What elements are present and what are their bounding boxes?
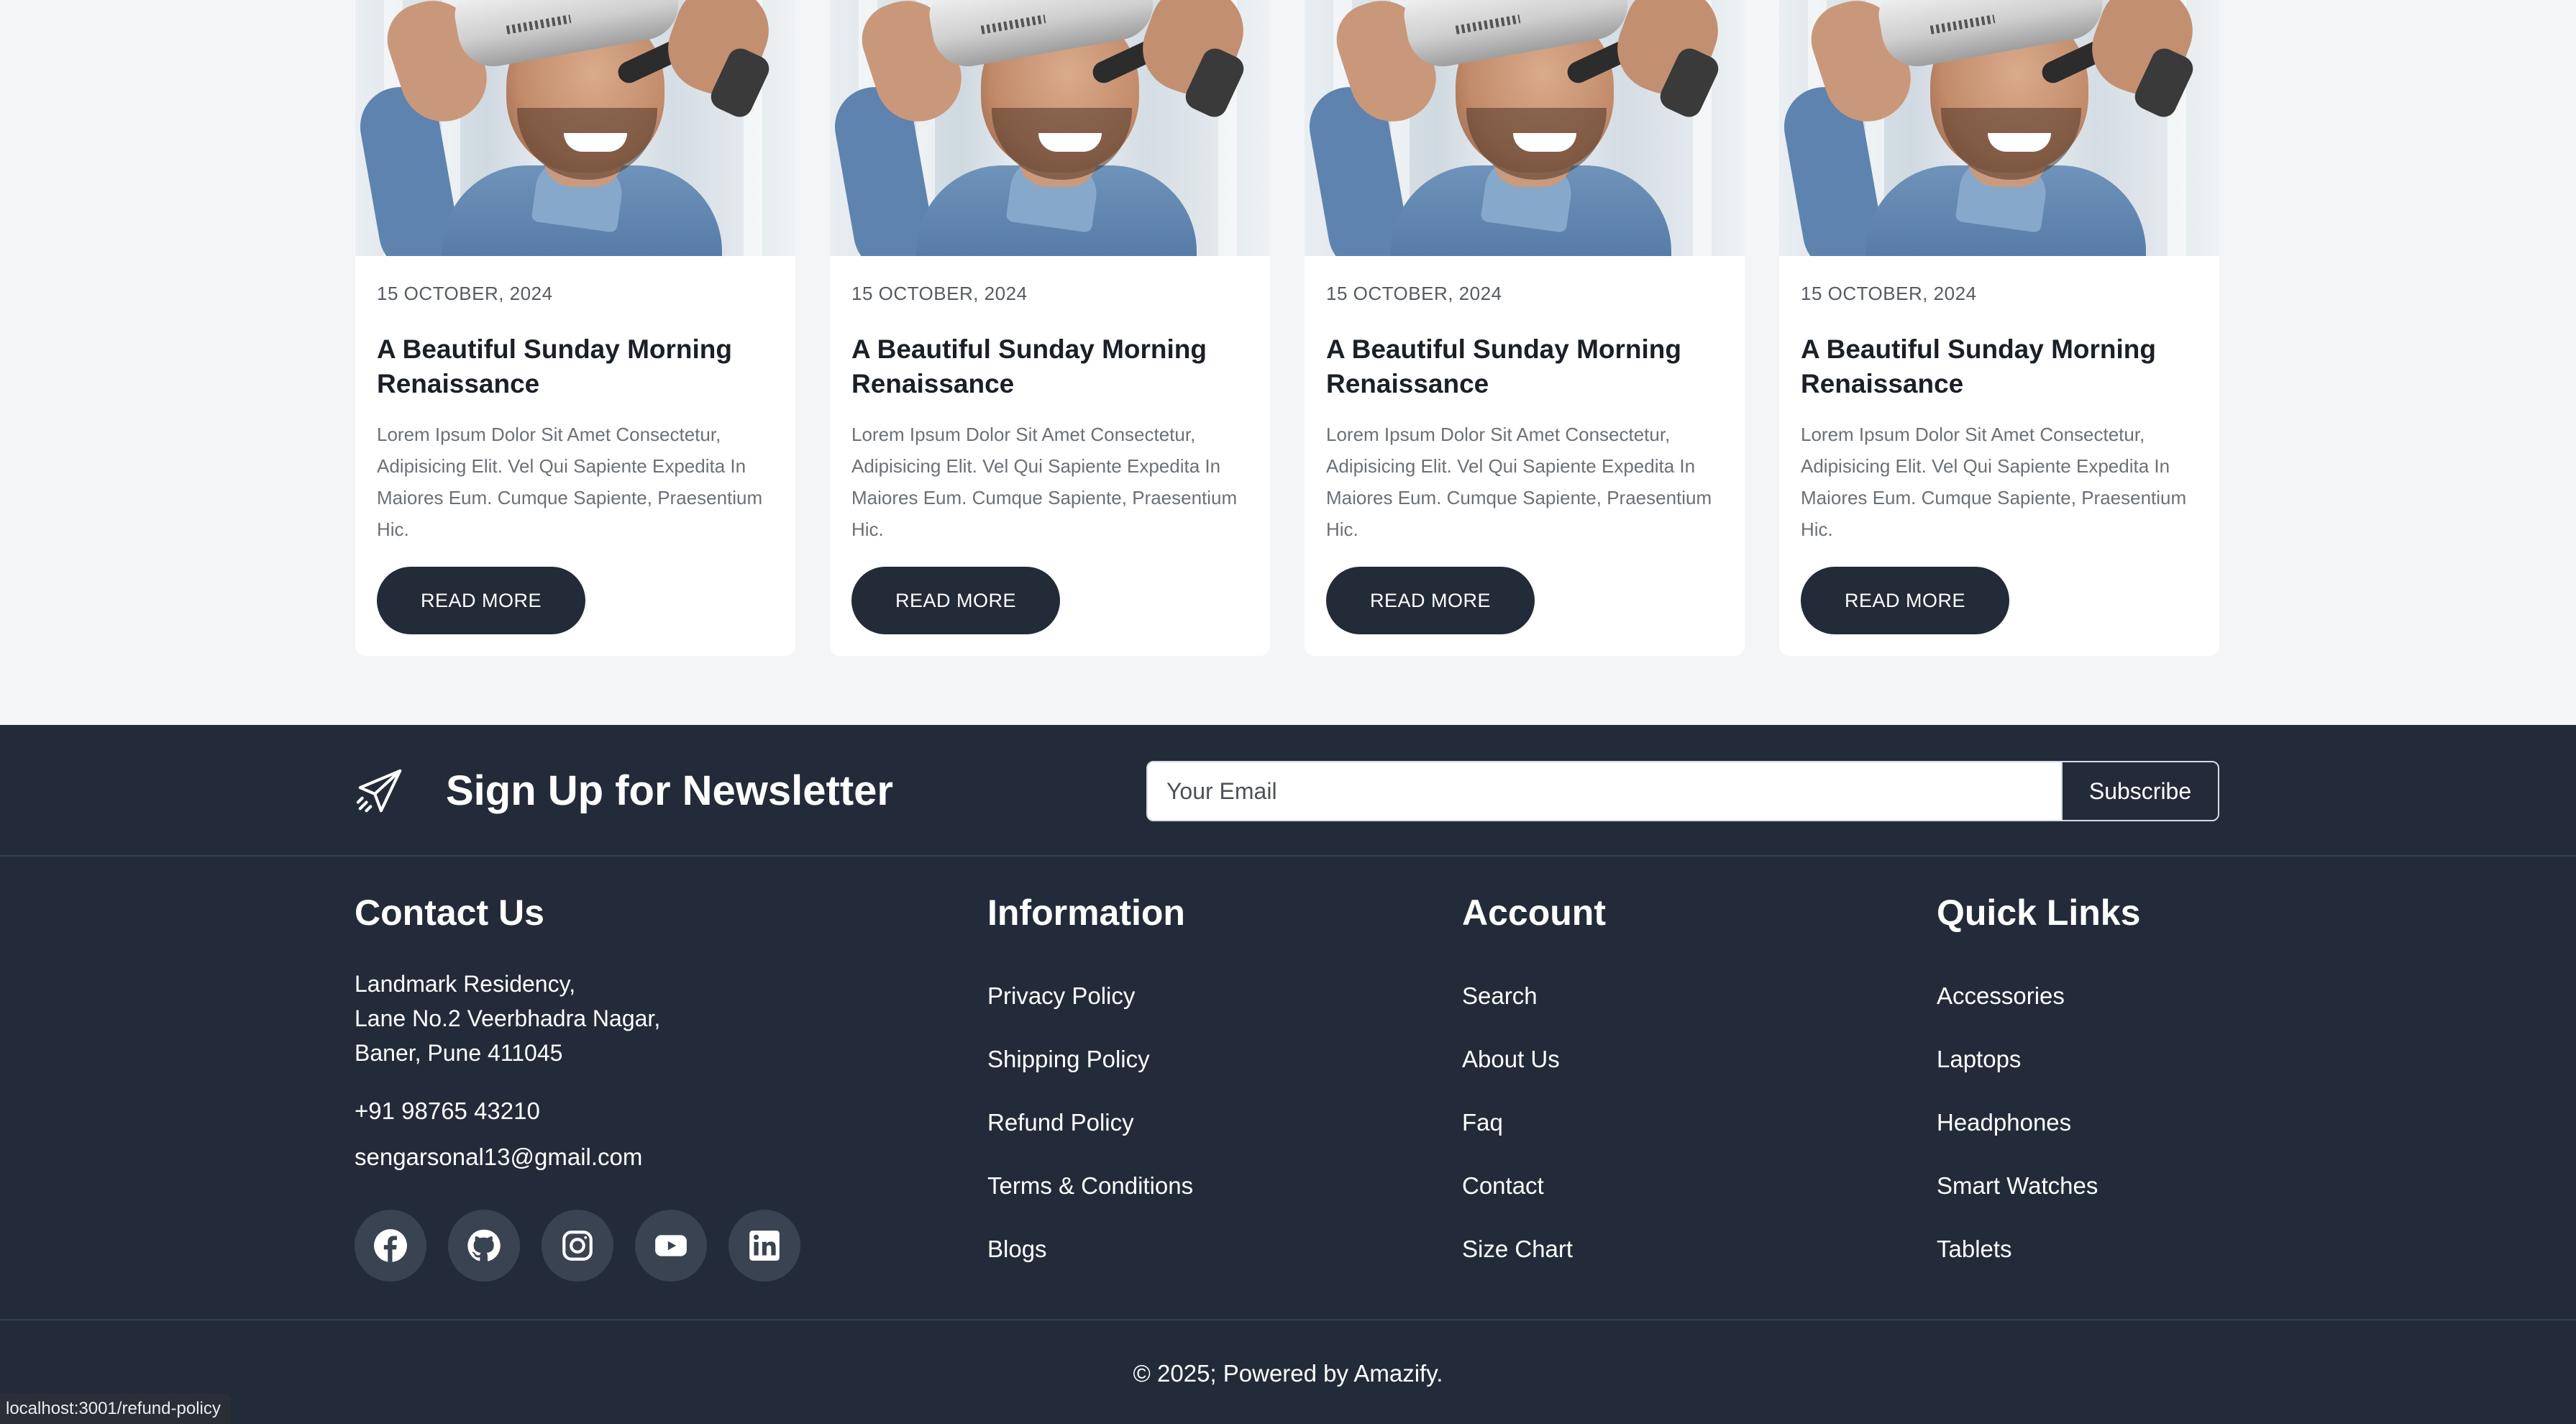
quick-links-heading: Quick Links: [1937, 893, 2141, 933]
blog-card: 15 OCTOBER, 2024 A Beautiful Sunday Morn…: [830, 0, 1270, 656]
blog-card-date: 15 OCTOBER, 2024: [851, 283, 1028, 304]
blog-card-image[interactable]: [1779, 0, 2219, 256]
information-heading: Information: [987, 893, 1185, 933]
contact-phone[interactable]: +91 98765 43210: [355, 1097, 540, 1125]
footer-link-laptops[interactable]: Laptops: [1937, 1046, 2021, 1073]
blog-card-title[interactable]: A Beautiful Sunday Morning Renaissance: [851, 332, 1254, 401]
page: 15 OCTOBER, 2024 A Beautiful Sunday Morn…: [0, 0, 2576, 1424]
copyright-bar: © 2025; Powered by Amazify.: [0, 1319, 2576, 1424]
blog-section: 15 OCTOBER, 2024 A Beautiful Sunday Morn…: [0, 0, 2576, 725]
footer-link-terms-conditions[interactable]: Terms & Conditions: [987, 1172, 1193, 1200]
footer-link-about-us[interactable]: About Us: [1462, 1046, 1560, 1073]
github-icon: [467, 1229, 501, 1261]
read-more-button[interactable]: READ MORE: [1801, 567, 2009, 634]
blog-card-image[interactable]: [355, 0, 795, 256]
instagram-icon: [562, 1231, 593, 1261]
facebook-button[interactable]: [355, 1210, 426, 1282]
account-heading: Account: [1462, 893, 1606, 933]
blog-card-image[interactable]: [830, 0, 1270, 256]
footer-link-privacy-policy[interactable]: Privacy Policy: [987, 982, 1135, 1010]
footer-link-headphones[interactable]: Headphones: [1937, 1109, 2071, 1136]
blog-card-description: Lorem Ipsum Dolor Sit Amet Consectetur, …: [1326, 424, 1712, 540]
footer-link-accessories[interactable]: Accessories: [1937, 982, 2065, 1010]
blog-card-title[interactable]: A Beautiful Sunday Morning Renaissance: [1326, 332, 1729, 401]
blog-card-description: Lorem Ipsum Dolor Sit Amet Consectetur, …: [1801, 424, 2187, 540]
instagram-button[interactable]: [542, 1210, 613, 1282]
blog-card-description: Lorem Ipsum Dolor Sit Amet Consectetur, …: [377, 424, 763, 540]
blog-card-title[interactable]: A Beautiful Sunday Morning Renaissance: [377, 332, 780, 401]
blog-card-description: Lorem Ipsum Dolor Sit Amet Consectetur, …: [851, 424, 1238, 540]
contact-heading: Contact Us: [355, 893, 544, 933]
address-line: Lane No.2 Veerbhadra Nagar,: [355, 1005, 661, 1031]
address-line: Landmark Residency,: [355, 971, 576, 997]
blog-card-date: 15 OCTOBER, 2024: [377, 283, 553, 304]
linkedin-button[interactable]: [729, 1210, 800, 1282]
footer-link-tablets[interactable]: Tablets: [1937, 1236, 2012, 1263]
youtube-icon: [655, 1235, 687, 1256]
blog-card-date: 15 OCTOBER, 2024: [1801, 283, 1977, 304]
blog-card: 15 OCTOBER, 2024 A Beautiful Sunday Morn…: [1779, 0, 2219, 656]
footer-link-faq[interactable]: Faq: [1462, 1109, 1503, 1136]
subscribe-button[interactable]: Subscribe: [2061, 761, 2219, 821]
paper-plane-icon: [356, 769, 402, 813]
newsletter-bar: Sign Up for Newsletter Subscribe: [0, 725, 2576, 857]
blog-card: 15 OCTOBER, 2024 A Beautiful Sunday Morn…: [1305, 0, 1745, 656]
footer-link-contact[interactable]: Contact: [1462, 1172, 1544, 1200]
footer-link-shipping-policy[interactable]: Shipping Policy: [987, 1046, 1150, 1073]
youtube-button[interactable]: [635, 1210, 707, 1282]
site-footer: Sign Up for Newsletter Subscribe Contact…: [0, 725, 2576, 1424]
newsletter-title: Sign Up for Newsletter: [446, 767, 893, 814]
read-more-button[interactable]: READ MORE: [1326, 567, 1535, 634]
read-more-button[interactable]: READ MORE: [377, 567, 585, 634]
footer-link-size-chart[interactable]: Size Chart: [1462, 1236, 1573, 1263]
footer-link-refund-policy[interactable]: Refund Policy: [987, 1109, 1134, 1136]
address-line: Baner, Pune 411045: [355, 1040, 563, 1066]
contact-email[interactable]: sengarsonal13@gmail.com: [355, 1144, 642, 1171]
copyright-text: © 2025; Powered by Amazify.: [1133, 1360, 1443, 1387]
blog-card-date: 15 OCTOBER, 2024: [1326, 283, 1502, 304]
blog-card: 15 OCTOBER, 2024 A Beautiful Sunday Morn…: [355, 0, 795, 656]
newsletter-email-input[interactable]: [1146, 761, 2063, 821]
link-status-tooltip: localhost:3001/refund-policy: [0, 1394, 231, 1424]
footer-link-blogs[interactable]: Blogs: [987, 1236, 1047, 1263]
github-button[interactable]: [448, 1210, 520, 1282]
read-more-button[interactable]: READ MORE: [851, 567, 1060, 634]
blog-card-image[interactable]: [1305, 0, 1745, 256]
blog-card-title[interactable]: A Beautiful Sunday Morning Renaissance: [1801, 332, 2203, 401]
footer-link-search[interactable]: Search: [1462, 982, 1538, 1010]
footer-link-smart-watches[interactable]: Smart Watches: [1937, 1172, 2098, 1200]
linkedin-icon: [749, 1231, 780, 1261]
facebook-icon: [374, 1229, 407, 1262]
